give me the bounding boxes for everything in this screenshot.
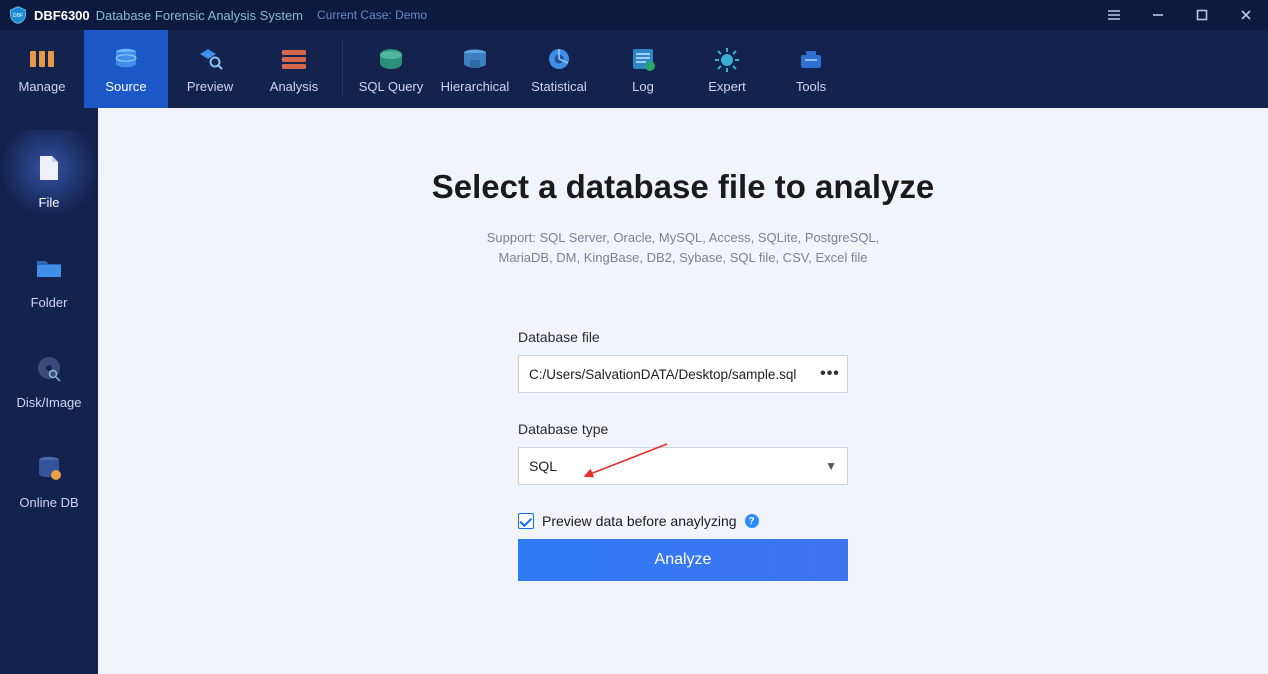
- case-prefix: Current Case:: [317, 8, 392, 22]
- log-icon: [628, 45, 658, 73]
- nav-preview[interactable]: Preview: [168, 30, 252, 108]
- nav-label: Tools: [796, 79, 826, 94]
- nav-label: Preview: [187, 79, 233, 94]
- source-sidebar: File Folder Disk/Image Online DB: [0, 108, 98, 674]
- sidebar-item-disk-image[interactable]: Disk/Image: [0, 330, 98, 430]
- source-icon: [111, 45, 141, 73]
- nav-log[interactable]: Log: [601, 30, 685, 108]
- sidebar-item-label: Folder: [31, 295, 68, 310]
- analyze-button-label: Analyze: [655, 551, 712, 569]
- sidebar-item-file[interactable]: File: [0, 130, 98, 230]
- expert-icon: [712, 45, 742, 73]
- database-file-field: •••: [518, 355, 848, 393]
- app-logo-icon: DBF: [8, 5, 28, 25]
- nav-label: Statistical: [531, 79, 587, 94]
- statistical-icon: [544, 45, 574, 73]
- sidebar-item-folder[interactable]: Folder: [0, 230, 98, 330]
- database-file-input[interactable]: [519, 367, 813, 382]
- preview-icon: [195, 45, 225, 73]
- database-type-select[interactable]: SQL ▼: [518, 447, 848, 485]
- analysis-icon: [279, 45, 309, 73]
- nav-label: Hierarchical: [441, 79, 510, 94]
- svg-text:DBF: DBF: [13, 13, 23, 19]
- database-type-label: Database type: [518, 421, 848, 437]
- disk-image-icon: [32, 351, 66, 385]
- tools-icon: [796, 45, 826, 73]
- case-name: Demo: [395, 8, 427, 22]
- menu-button[interactable]: [1092, 0, 1136, 30]
- help-icon[interactable]: ?: [745, 514, 759, 528]
- nav-label: Log: [632, 79, 654, 94]
- analyze-button[interactable]: Analyze: [518, 539, 848, 581]
- support-line-1: Support: SQL Server, Oracle, MySQL, Acce…: [487, 230, 880, 245]
- sidebar-item-online-db[interactable]: Online DB: [0, 430, 98, 530]
- supported-formats: Support: SQL Server, Oracle, MySQL, Acce…: [487, 228, 880, 267]
- nav-tools[interactable]: Tools: [769, 30, 853, 108]
- nav-statistical[interactable]: Statistical: [517, 30, 601, 108]
- nav-label: Manage: [19, 79, 66, 94]
- nav-hierarchical[interactable]: Hierarchical: [433, 30, 517, 108]
- file-icon: [32, 151, 66, 185]
- sidebar-item-label: Online DB: [19, 495, 78, 510]
- nav-analysis[interactable]: Analysis: [252, 30, 336, 108]
- sidebar-item-label: Disk/Image: [16, 395, 81, 410]
- support-line-2: MariaDB, DM, KingBase, DB2, Sybase, SQL …: [499, 250, 868, 265]
- preview-data-label: Preview data before anaylyzing: [542, 513, 737, 529]
- sidebar-item-label: File: [39, 195, 60, 210]
- online-db-icon: [32, 451, 66, 485]
- window-minimize-button[interactable]: [1136, 0, 1180, 30]
- database-file-label: Database file: [518, 329, 848, 345]
- hierarchical-icon: [460, 45, 490, 73]
- browse-file-button[interactable]: •••: [813, 356, 847, 392]
- nav-sql-query[interactable]: SQL Query: [349, 30, 433, 108]
- sql-query-icon: [376, 45, 406, 73]
- titlebar: DBF DBF6300 Database Forensic Analysis S…: [0, 0, 1268, 30]
- nav-source[interactable]: Source: [84, 30, 168, 108]
- nav-label: Expert: [708, 79, 746, 94]
- app-name: DBF6300: [34, 8, 90, 23]
- nav-manage[interactable]: Manage: [0, 30, 84, 108]
- nav-label: Source: [105, 79, 146, 94]
- window-maximize-button[interactable]: [1180, 0, 1224, 30]
- window-close-button[interactable]: [1224, 0, 1268, 30]
- chevron-down-icon: ▼: [825, 459, 837, 473]
- page-title: Select a database file to analyze: [432, 168, 935, 206]
- main-panel: Select a database file to analyze Suppor…: [98, 108, 1268, 674]
- folder-icon: [32, 251, 66, 285]
- top-nav: Manage Source Preview Analysis SQL Query…: [0, 30, 1268, 108]
- analyze-form: Database file ••• Database type SQL ▼ Pr…: [518, 329, 848, 581]
- nav-expert[interactable]: Expert: [685, 30, 769, 108]
- app-subtitle: Database Forensic Analysis System: [96, 8, 303, 23]
- manage-icon: [27, 45, 57, 73]
- nav-label: SQL Query: [359, 79, 424, 94]
- database-type-value: SQL: [529, 458, 557, 474]
- current-case: Current Case: Demo: [317, 8, 427, 22]
- preview-data-checkbox[interactable]: [518, 513, 534, 529]
- nav-label: Analysis: [270, 79, 318, 94]
